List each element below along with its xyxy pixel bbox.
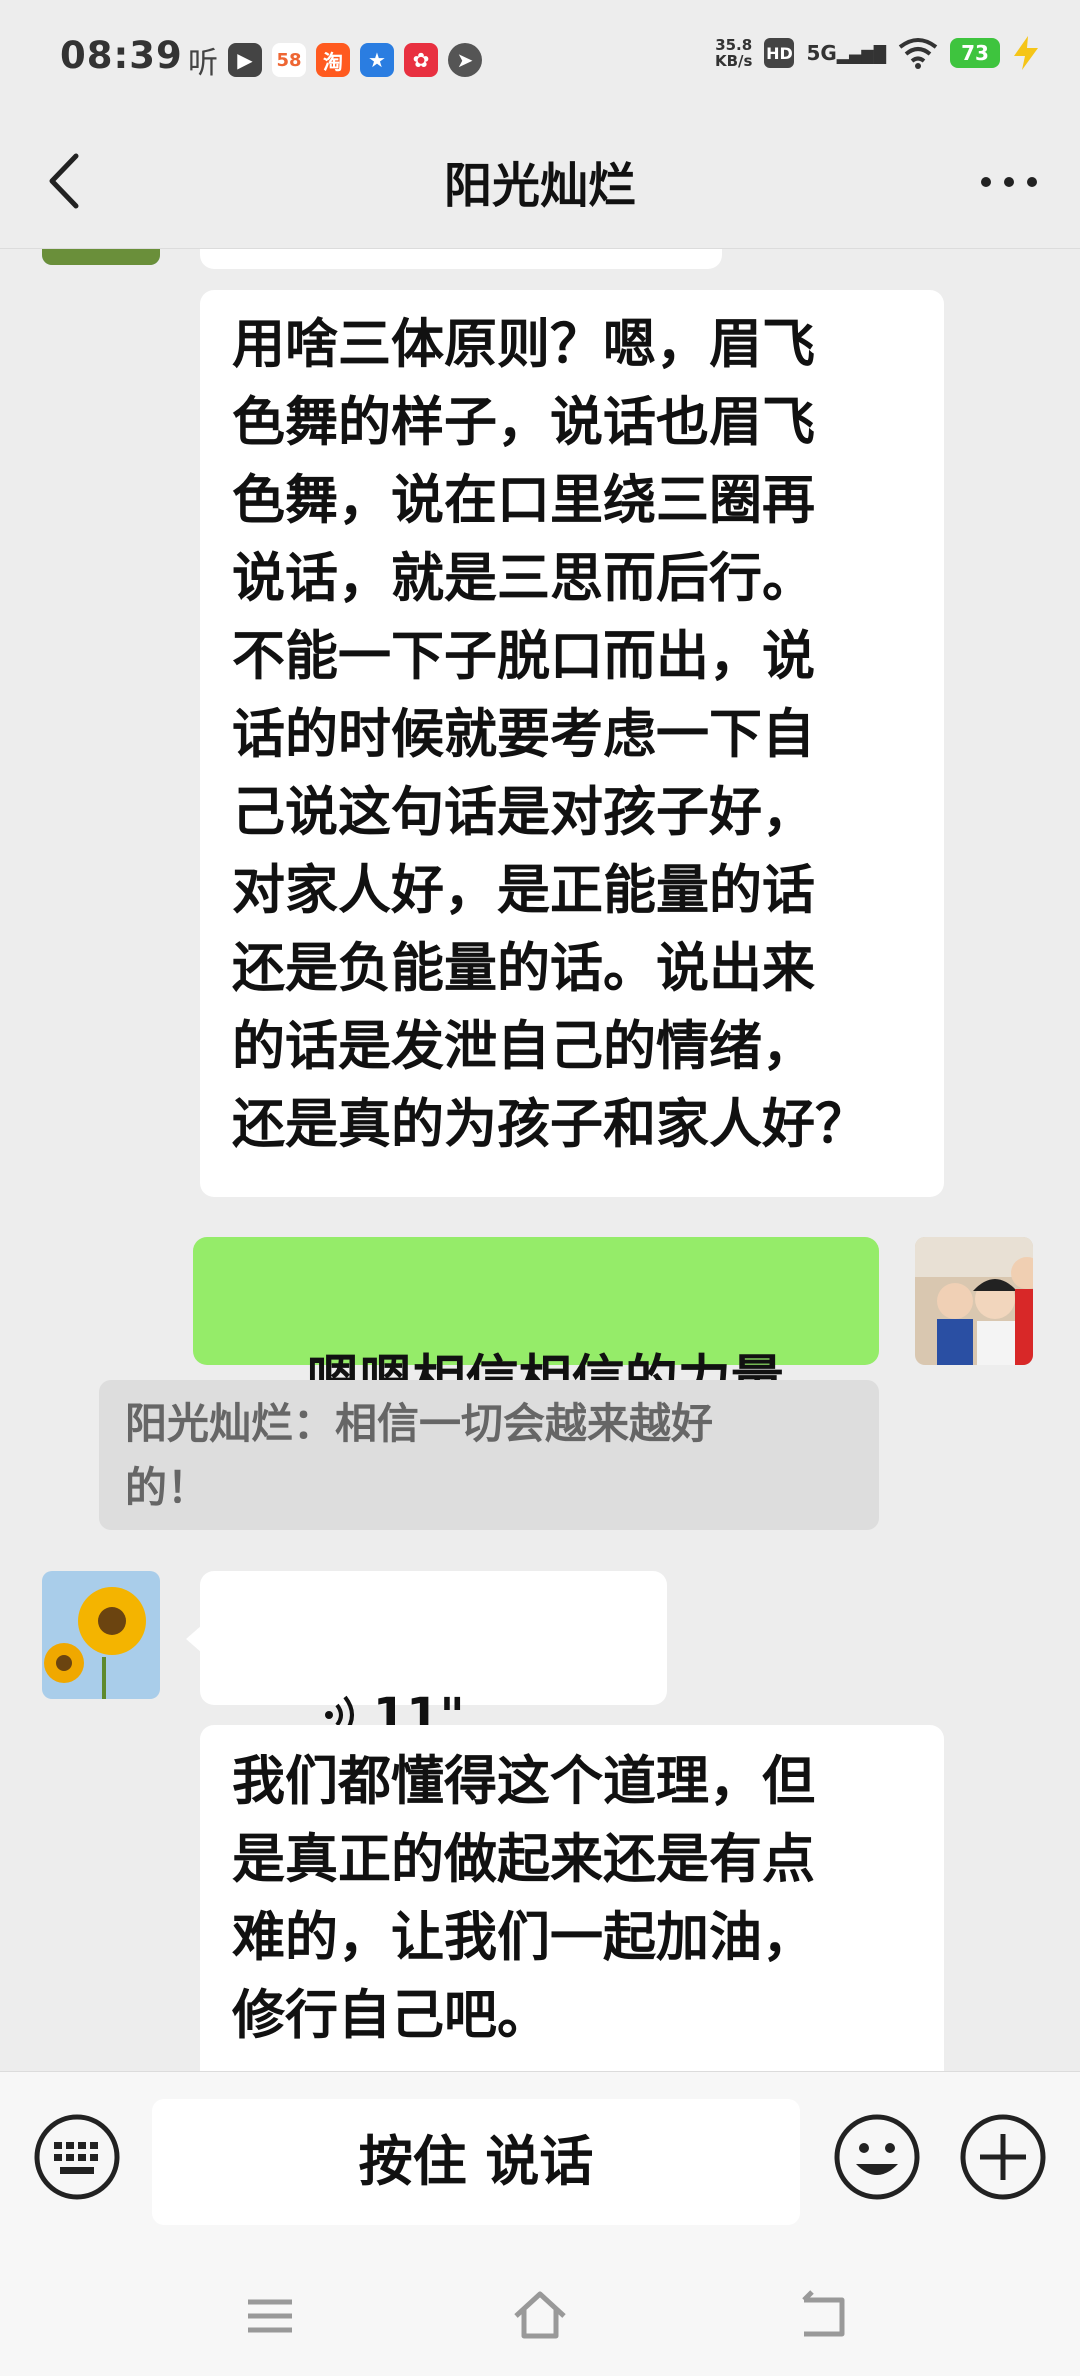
message-bubble-partial[interactable]: [200, 249, 722, 269]
quoted-message[interactable]: 阳光灿烂：相信一切会越来越好 的！: [99, 1380, 879, 1530]
back-nav-icon[interactable]: [794, 2286, 854, 2346]
message-bubble-sent[interactable]: 嗯嗯相信相信的力量: [193, 1237, 879, 1484]
chat-header: 阳光灿烂: [0, 118, 1080, 249]
voice-message[interactable]: 11": [200, 1571, 667, 1744]
menu-icon[interactable]: [240, 2286, 300, 2346]
contact-avatar[interactable]: [42, 249, 160, 265]
red-app-icon: ✿: [404, 43, 438, 77]
compass-icon: ➤: [448, 43, 482, 77]
input-bar: 按住 说话: [0, 2071, 1080, 2252]
hold-to-talk-button[interactable]: 按住 说话: [152, 2099, 800, 2225]
chat-title: 阳光灿烂: [443, 158, 636, 214]
system-nav-bar: [0, 2251, 1080, 2376]
emoji-picker-icon[interactable]: [832, 2112, 922, 2202]
contact-avatar[interactable]: [42, 1571, 160, 1699]
app-58-icon: 58: [272, 43, 306, 77]
listen-icon: 听: [188, 46, 218, 81]
signal-icon: 5G▂▄▆█: [806, 41, 886, 65]
charging-icon: [1014, 36, 1038, 70]
keyboard-icon[interactable]: [32, 2112, 122, 2202]
my-avatar[interactable]: [915, 1237, 1033, 1365]
add-more-icon[interactable]: [958, 2112, 1048, 2202]
home-icon[interactable]: [510, 2286, 570, 2346]
more-options-icon[interactable]: [974, 152, 1044, 212]
message-list[interactable]: 用啥三体原则？嗯，眉飞 色舞的样子，说话也眉飞 色舞，说在口里绕三圈再 说话，就…: [0, 249, 1080, 2071]
battery-indicator: 73: [950, 38, 1000, 68]
system-indicators: 35.8 KB/s HD 5G▂▄▆█ 73: [715, 36, 1040, 70]
bubble-tail: [186, 1625, 202, 1653]
message-bubble-received[interactable]: 用啥三体原则？嗯，眉飞 色舞的样子，说话也眉飞 色舞，说在口里绕三圈再 说话，就…: [200, 290, 944, 1197]
status-bar: 08:39 听 ▶ 58 淘 ★ ✿ ➤ 35.8 KB/s HD 5G▂▄▆█…: [0, 0, 1080, 118]
hd-icon: HD: [764, 38, 795, 68]
wifi-icon: [898, 38, 938, 69]
net-speed: 35.8 KB/s: [714, 36, 753, 70]
notification-icons: 听 ▶ 58 淘 ★ ✿ ➤: [188, 38, 482, 82]
play-app-icon: ▶: [228, 43, 262, 77]
blue-app-icon: ★: [360, 43, 394, 77]
taobao-icon: 淘: [316, 43, 350, 77]
message-bubble-received[interactable]: 我们都懂得这个道理，但 是真正的做起来还是有点 难的，让我们一起加油， 修行自己…: [200, 1725, 944, 2071]
status-time: 08:39: [60, 34, 183, 77]
